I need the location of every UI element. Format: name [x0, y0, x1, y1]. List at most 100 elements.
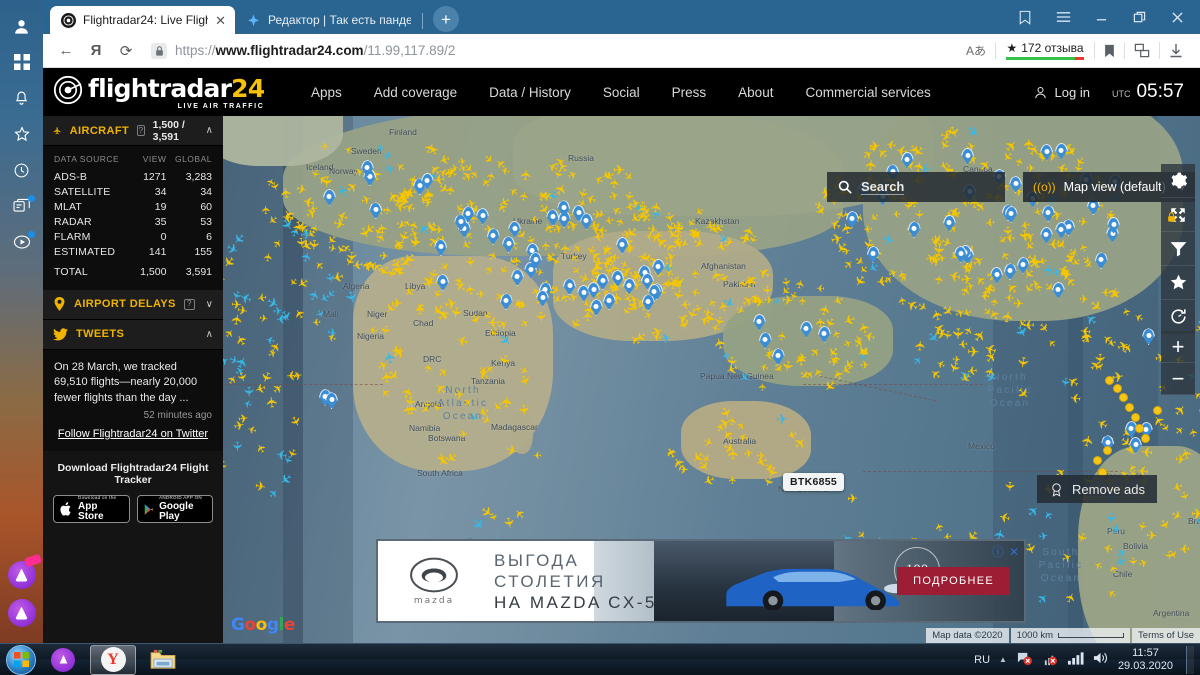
- aircraft-marker[interactable]: ✈: [1176, 490, 1190, 502]
- aircraft-marker[interactable]: ✈: [1013, 355, 1031, 369]
- aircraft-marker[interactable]: ✈: [1162, 551, 1175, 561]
- help-icon[interactable]: ?: [183, 298, 195, 310]
- advertisement-banner[interactable]: 100 mazda ВЫГОДА СТОЛЕТИЯ НА MAZDA CX-5 …: [376, 539, 1026, 623]
- aircraft-marker[interactable]: ✈: [1188, 427, 1200, 438]
- aircraft-marker[interactable]: ✈: [1079, 330, 1096, 344]
- fullscreen-expand-icon[interactable]: [1161, 198, 1195, 232]
- aircraft-marker[interactable]: ✈: [237, 412, 249, 427]
- aircraft-marker[interactable]: ✈: [892, 207, 901, 219]
- aircraft-marker[interactable]: ✈: [599, 244, 612, 254]
- aircraft-marker[interactable]: ✈: [532, 449, 541, 461]
- yandex-home-button[interactable]: Я: [81, 38, 111, 64]
- aircraft-marker[interactable]: ✈: [1077, 215, 1089, 230]
- nav-about[interactable]: About: [738, 85, 773, 100]
- help-icon[interactable]: ?: [137, 125, 145, 136]
- tray-expand-icon[interactable]: ▲: [999, 655, 1007, 664]
- playback-history-icon[interactable]: [1161, 300, 1195, 334]
- aircraft-marker[interactable]: ✈: [958, 337, 970, 352]
- aircraft-marker[interactable]: ✈: [277, 186, 295, 200]
- settings-gear-icon[interactable]: [1161, 164, 1195, 198]
- ad-cta-button[interactable]: ПОДРОБНЕЕ: [897, 567, 1010, 595]
- aircraft-marker[interactable]: ✈: [529, 212, 538, 224]
- translate-icon[interactable]: Aあ: [957, 38, 995, 64]
- map-search-box[interactable]: Search: [827, 172, 1005, 202]
- aircraft-marker[interactable]: ✈: [413, 303, 429, 315]
- google-play-button[interactable]: ANDROID APP ON Google Play: [136, 495, 213, 523]
- aircraft-marker[interactable]: ✈: [1038, 530, 1049, 544]
- aircraft-marker[interactable]: ✈: [674, 228, 683, 240]
- aircraft-marker[interactable]: ✈: [756, 450, 766, 463]
- show-desktop-button[interactable]: [1186, 645, 1194, 674]
- aircraft-marker[interactable]: ✈: [378, 324, 393, 336]
- tab-flightradar24[interactable]: Flightradar24: Live Fligh ✕: [50, 6, 235, 34]
- bookmarks-star-icon[interactable]: [0, 116, 43, 152]
- tab-close-icon[interactable]: ✕: [215, 14, 226, 27]
- grounded-aircraft-dot[interactable]: [1119, 393, 1128, 402]
- aircraft-marker[interactable]: ✈: [1140, 442, 1154, 459]
- taskbar-file-explorer[interactable]: [140, 645, 186, 675]
- aircraft-marker[interactable]: ✈: [636, 202, 654, 217]
- nav-social[interactable]: Social: [603, 85, 640, 100]
- url-input[interactable]: https://www.flightradar24.com/11.99,117.…: [141, 38, 957, 64]
- aircraft-marker[interactable]: ✈: [382, 349, 400, 364]
- site-rating-badge[interactable]: ★ 172 отзыва: [996, 41, 1094, 60]
- signal-icon[interactable]: [1067, 651, 1084, 668]
- grounded-aircraft-dot[interactable]: [1093, 456, 1102, 465]
- aircraft-marker[interactable]: ✈: [608, 177, 623, 189]
- ad-close-icon[interactable]: ✕: [1009, 545, 1019, 559]
- nav-add-coverage[interactable]: Add coverage: [374, 85, 457, 100]
- filter-funnel-icon[interactable]: [1161, 232, 1195, 266]
- zoom-in-button[interactable]: +: [1161, 331, 1195, 363]
- back-button[interactable]: ←: [51, 38, 81, 64]
- aircraft-marker[interactable]: ✈: [798, 296, 810, 305]
- aircraft-marker[interactable]: ✈: [1092, 353, 1107, 364]
- favorites-star-icon[interactable]: [1161, 266, 1195, 300]
- aircraft-marker[interactable]: ✈: [1178, 541, 1190, 556]
- aircraft-marker[interactable]: ✈: [462, 256, 477, 268]
- aircraft-marker[interactable]: ✈: [256, 289, 268, 303]
- volume-icon[interactable]: [1093, 651, 1109, 668]
- aircraft-marker[interactable]: ✈: [533, 311, 549, 324]
- aircraft-marker[interactable]: ✈: [933, 274, 947, 285]
- aircraft-marker[interactable]: ✈: [390, 263, 406, 276]
- aircraft-marker[interactable]: ✈: [558, 242, 573, 254]
- aircraft-marker[interactable]: ✈: [989, 296, 1002, 308]
- nav-apps[interactable]: Apps: [311, 85, 342, 100]
- taskbar-clock[interactable]: 11:57 29.03.2020: [1118, 647, 1173, 673]
- aircraft-marker[interactable]: ✈: [981, 288, 993, 297]
- aircraft-marker[interactable]: ✈: [815, 281, 824, 293]
- aircraft-marker[interactable]: ✈: [341, 289, 359, 304]
- aircraft-marker[interactable]: ✈: [1078, 294, 1088, 307]
- aircraft-marker[interactable]: ✈: [401, 395, 418, 409]
- aircraft-marker[interactable]: ✈: [847, 491, 859, 507]
- aircraft-marker[interactable]: ✈: [1000, 310, 1018, 325]
- nav-press[interactable]: Press: [672, 85, 707, 100]
- aircraft-marker[interactable]: ✈: [1000, 225, 1014, 236]
- aircraft-marker[interactable]: ✈: [500, 396, 517, 410]
- aircraft-marker[interactable]: ✈: [368, 323, 378, 335]
- aircraft-marker[interactable]: ✈: [984, 214, 995, 228]
- browser-menu-icon[interactable]: [1044, 2, 1082, 32]
- aircraft-marker[interactable]: ✈: [449, 162, 460, 175]
- ad-info-icon[interactable]: ⓘ: [992, 543, 1004, 560]
- zoom-out-button[interactable]: −: [1161, 363, 1195, 395]
- aircraft-marker[interactable]: ✈: [952, 354, 962, 366]
- aircraft-marker[interactable]: ✈: [241, 386, 256, 397]
- aircraft-marker[interactable]: ✈: [1021, 138, 1037, 150]
- aircraft-marker[interactable]: ✈: [272, 305, 283, 319]
- app-store-button[interactable]: Download on the App Store: [53, 495, 130, 523]
- aircraft-marker[interactable]: ✈: [728, 476, 739, 485]
- taskbar-yandex-browser[interactable]: Y: [90, 644, 136, 675]
- grounded-aircraft-dot[interactable]: [1105, 376, 1114, 385]
- aircraft-marker[interactable]: ✈: [912, 210, 925, 219]
- aircraft-marker[interactable]: ✈: [1101, 285, 1111, 299]
- grounded-aircraft-dot[interactable]: [1131, 413, 1140, 422]
- aircraft-marker[interactable]: ✈: [516, 403, 532, 416]
- aircraft-marker[interactable]: ✈: [229, 441, 244, 452]
- collections-icon[interactable]: [1125, 38, 1159, 64]
- restore-button[interactable]: [1120, 2, 1158, 32]
- network-error-icon[interactable]: [1016, 651, 1033, 669]
- aircraft-marker[interactable]: ✈: [775, 410, 788, 427]
- aircraft-marker[interactable]: ✈: [967, 345, 980, 361]
- tweets-header[interactable]: TWEETS ∧: [43, 319, 223, 350]
